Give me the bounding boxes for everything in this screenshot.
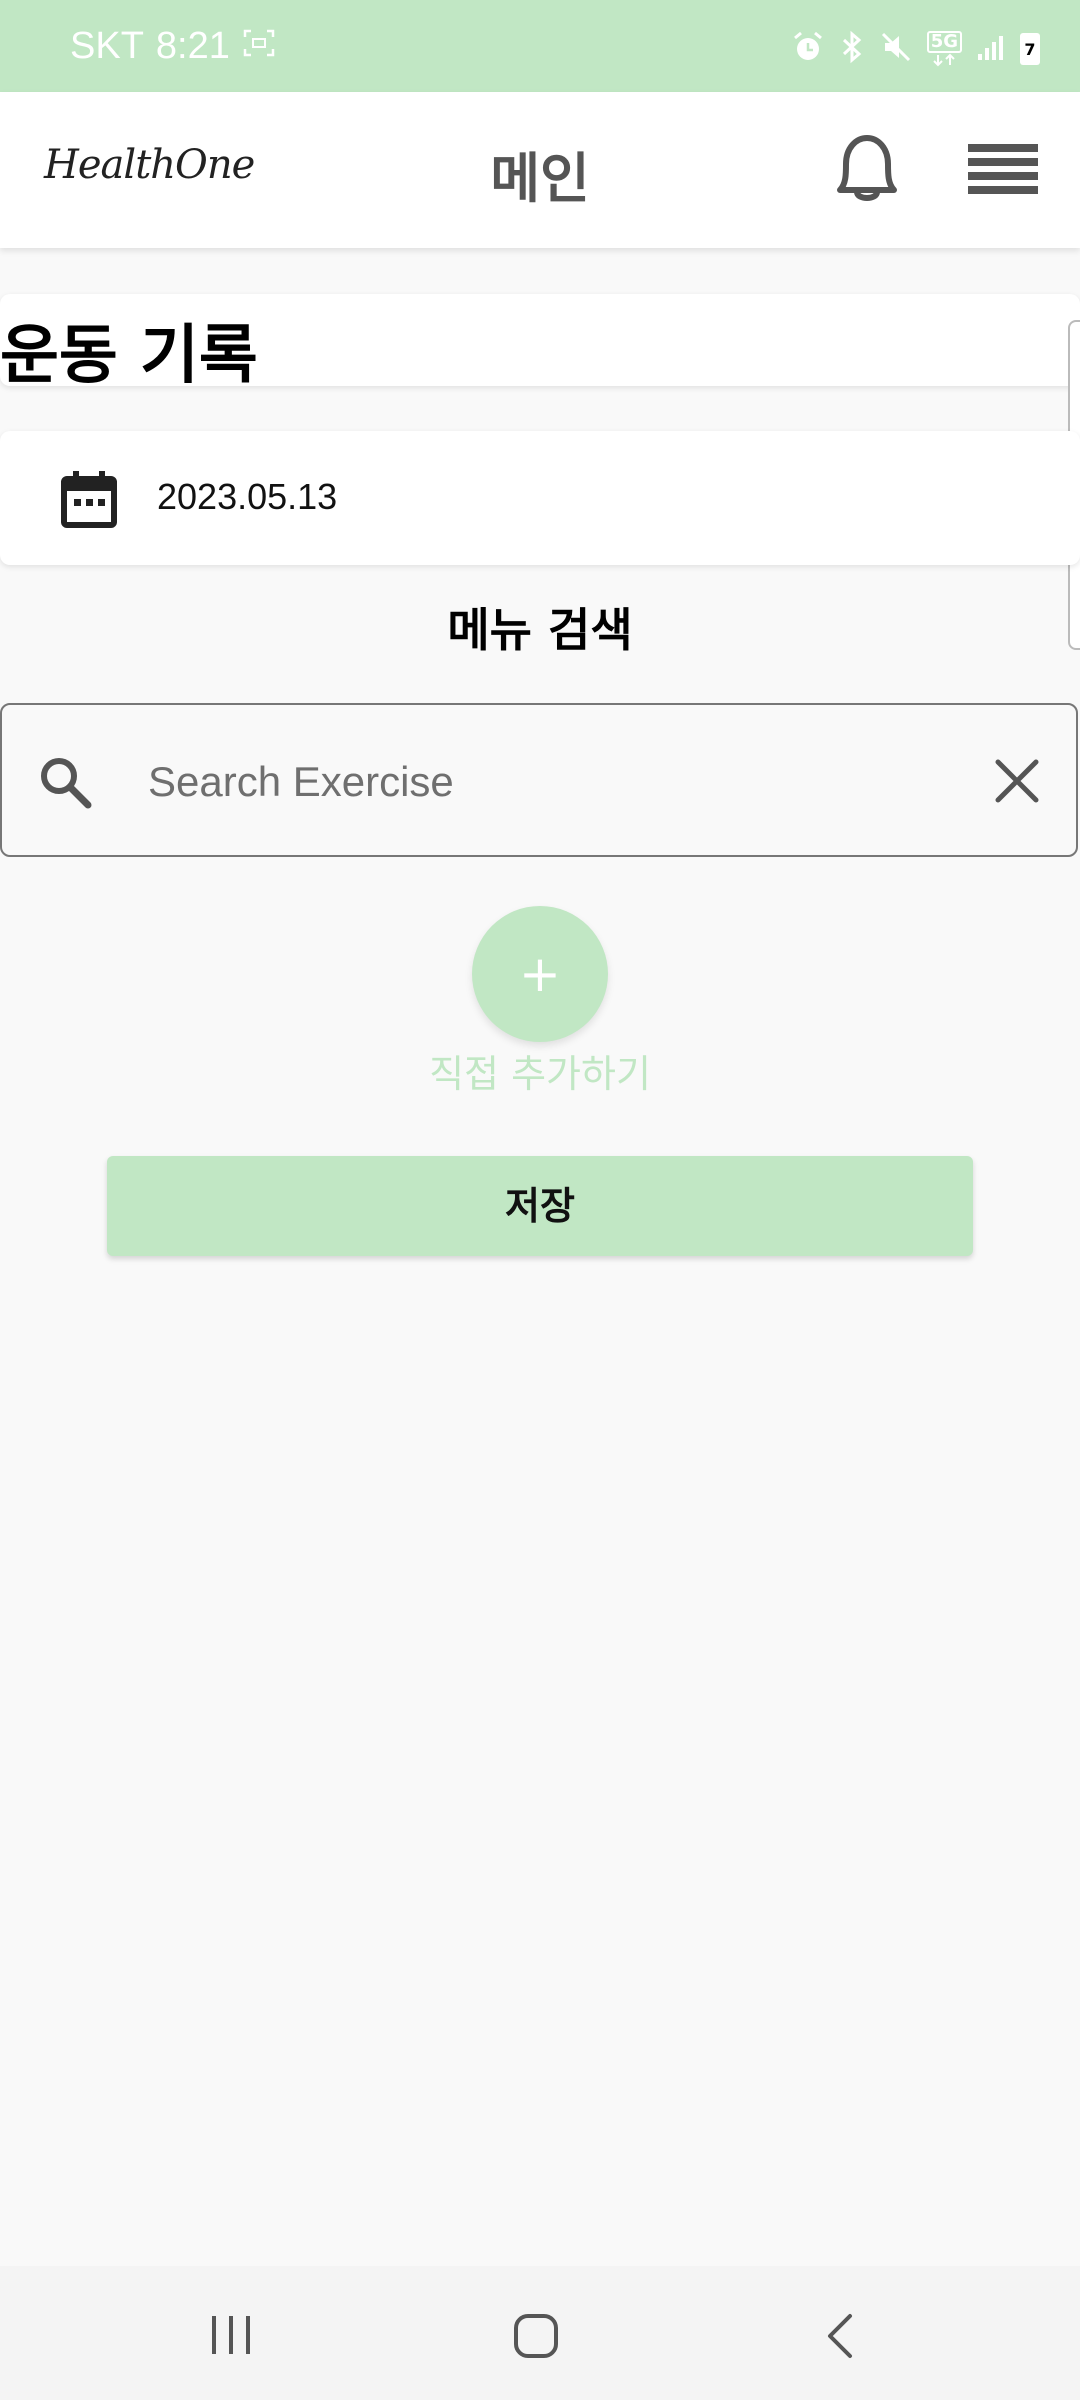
- clear-search-icon[interactable]: [994, 758, 1040, 808]
- search-icon: [38, 755, 94, 815]
- mute-icon: [879, 30, 913, 68]
- back-icon[interactable]: [822, 2312, 858, 2364]
- screenshot-icon: [242, 24, 276, 68]
- plus-icon: +: [519, 945, 561, 1003]
- calendar-icon[interactable]: [60, 469, 118, 533]
- section-title-card: 운동 기록: [0, 294, 1080, 393]
- notification-bell-icon[interactable]: [830, 130, 904, 210]
- recent-apps-icon[interactable]: [206, 2312, 256, 2362]
- status-icons: 5G 7: [791, 30, 1040, 68]
- hamburger-menu-icon[interactable]: [968, 142, 1038, 202]
- status-left: SKT 8:21: [70, 24, 276, 68]
- date-selector[interactable]: 2023.05.13: [0, 431, 1080, 565]
- search-heading: 메뉴 검색: [447, 603, 633, 657]
- system-navigation-bar: [0, 2266, 1080, 2400]
- battery-icon: 7: [1020, 33, 1040, 65]
- alarm-icon: [791, 30, 825, 68]
- bluetooth-icon: [839, 30, 865, 68]
- carrier-label: SKT: [70, 25, 144, 67]
- signal-icon: [976, 32, 1006, 66]
- search-input[interactable]: [146, 751, 950, 813]
- app-header: HealthOne 메인: [0, 92, 1080, 248]
- section-title: 운동 기록: [0, 319, 258, 393]
- search-bar[interactable]: [0, 703, 1078, 857]
- clock: 8:21: [155, 25, 230, 67]
- network-5g-icon: 5G: [926, 31, 962, 67]
- add-custom-exercise-label[interactable]: 직접 추가하기: [0, 1043, 1080, 1098]
- page-title: 메인: [490, 147, 590, 210]
- add-custom-exercise-button[interactable]: +: [472, 906, 608, 1042]
- selected-date[interactable]: 2023.05.13: [157, 476, 337, 518]
- save-button[interactable]: 저장: [107, 1156, 973, 1256]
- status-bar: SKT 8:21 5G 7: [0, 0, 1080, 92]
- home-icon[interactable]: [512, 2312, 560, 2364]
